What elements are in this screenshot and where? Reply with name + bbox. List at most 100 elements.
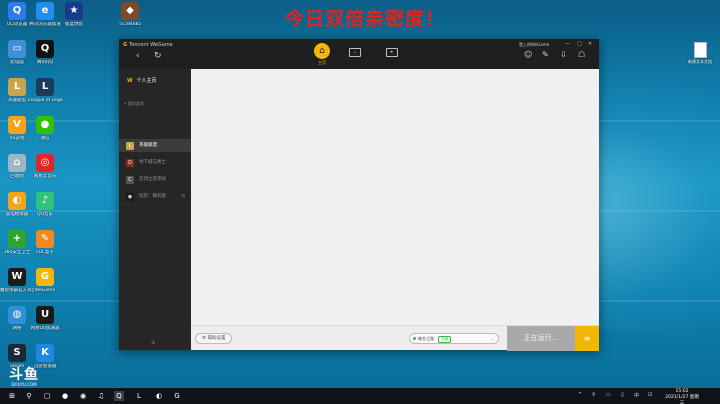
- app-icon: K: [36, 344, 54, 362]
- minimize-button[interactable]: —: [565, 41, 570, 47]
- taskbar-app-icon[interactable]: ◉: [78, 391, 88, 401]
- stream-overlay-text: 今日双倍亲密度！: [284, 8, 445, 30]
- app-icon: G: [36, 268, 54, 286]
- clock-date: 2021/1/27 星期三: [665, 395, 699, 404]
- desktop-icon-label: LOL盒子: [36, 250, 54, 255]
- app-icon: e: [36, 2, 54, 20]
- search-icon[interactable]: ⚲: [24, 391, 34, 401]
- game-icon: ◉: [126, 193, 134, 201]
- running-button[interactable]: 正在运行...: [507, 326, 575, 351]
- app-icon: +: [8, 230, 26, 248]
- desktop-icon-label: League of Legends: [28, 98, 62, 103]
- desktop-icon[interactable]: ★ 极度伪装: [57, 2, 91, 27]
- douyu-watermark: 斗鱼 DOUYU.COM: [6, 368, 42, 387]
- app-icon: ♪: [36, 192, 54, 210]
- close-button[interactable]: ✕: [588, 41, 592, 47]
- accelerator-badge: 加速: [438, 336, 452, 343]
- tray-icon[interactable]: ⚲: [592, 392, 596, 398]
- desktop-icon-label: TE584885: [118, 22, 142, 27]
- account-label[interactable]: 登上的WeGame: [519, 42, 549, 48]
- app-icon: U: [36, 306, 54, 324]
- tab-video-icon[interactable]: ▸: [386, 48, 398, 57]
- tray-icon[interactable]: 中: [634, 392, 639, 399]
- clock[interactable]: 15:02 2021/1/27 星期三: [664, 389, 700, 404]
- sidebar-home[interactable]: W 个人主页: [127, 77, 157, 84]
- document-icon: [693, 42, 707, 58]
- desktop-icon[interactable]: K 迅游加速器: [28, 344, 62, 369]
- wegame-w-icon: W: [127, 78, 133, 84]
- gift-icon[interactable]: ☖: [578, 51, 585, 59]
- desktop-icon-label: WeGame: [34, 288, 56, 293]
- tab-home[interactable]: ⌂ 主页: [312, 43, 332, 67]
- desktop-icon[interactable]: Q 腾讯QQ: [28, 40, 62, 65]
- sidebar-item-label: 地下城与勇士: [139, 160, 166, 165]
- desktop-icon[interactable]: ✎ LOL盒子: [28, 230, 62, 255]
- desktop-text-file[interactable]: 新建文本文档: [688, 42, 712, 65]
- desktop-file-label: 新建文本文档: [688, 59, 712, 64]
- game-more-icon[interactable]: ⊡: [181, 190, 185, 203]
- home-icon: ⌂: [314, 43, 330, 59]
- edit-icon[interactable]: ✎: [542, 51, 549, 59]
- app-icon: ◆: [121, 2, 139, 20]
- back-button[interactable]: ‹: [136, 52, 140, 61]
- app-icon: ●: [36, 116, 54, 134]
- add-game-icon[interactable]: ⊕: [151, 340, 155, 346]
- tab-home-label: 主页: [318, 60, 326, 65]
- sidebar: W 个人主页 • 我的游戏 L 英雄联盟 D 地下城与勇士 C 云顶之弈测试 ◉ 饥荒：联机版 ⊡…: [119, 69, 191, 350]
- taskbar: ⊞ ⚲ ▢ ● ◉ ♫ Q L ◐ G ^ ⚲ ▭ ♫ 中 ⊡ 15:02 2021/1/27 星期三: [0, 388, 720, 404]
- friends-icon[interactable]: ☺: [524, 51, 532, 59]
- tray-icon[interactable]: ⊡: [648, 392, 652, 398]
- app-icon: L: [8, 78, 26, 96]
- desktop-icon[interactable]: ● 微信: [28, 116, 62, 141]
- sidebar-item-game[interactable]: ◉ 饥荒：联机版 ⊡: [119, 190, 191, 203]
- desktop-icon[interactable]: G WeGame: [28, 268, 62, 293]
- watermark-logo: 斗鱼: [9, 367, 39, 383]
- app-icon: Q: [36, 40, 54, 58]
- sidebar-item-game[interactable]: L 英雄联盟: [119, 139, 191, 152]
- sidebar-item-label: 云顶之弈测试: [139, 177, 166, 182]
- refresh-button[interactable]: ↻: [154, 52, 162, 61]
- maximize-button[interactable]: □: [577, 41, 582, 47]
- taskbar-app-icon[interactable]: L: [134, 391, 144, 401]
- desktop-icon[interactable]: ◆ TE584885: [113, 2, 147, 27]
- app-icon: ✎: [36, 230, 54, 248]
- taskbar-app-icon[interactable]: Q: [114, 391, 124, 401]
- accelerator-select[interactable]: 確非之路 加速 ⌄: [409, 333, 499, 344]
- taskbar-app-icon[interactable]: ●: [60, 391, 70, 401]
- wegame-window: G Tencent WeGame ‹ ↻ ⌂ 主页 ⌄ ▸ 登上的WeGame —…: [119, 39, 599, 351]
- game-icon: C: [126, 176, 134, 184]
- assist-settings-label: 辅助设置: [207, 336, 226, 341]
- taskbar-app-icon[interactable]: G: [172, 391, 182, 401]
- app-icon: Q: [8, 2, 26, 20]
- sidebar-home-label: 个人主页: [136, 78, 157, 84]
- sidebar-item-game[interactable]: C 云顶之弈测试: [119, 173, 191, 186]
- accelerator-label: 確非之路: [418, 336, 434, 341]
- launch-menu-button[interactable]: ≡: [575, 326, 599, 351]
- desktop-icon[interactable]: L League of Legends: [28, 78, 62, 103]
- app-icon: ★: [65, 2, 83, 20]
- sidebar-item-game[interactable]: D 地下城与勇士: [119, 156, 191, 169]
- tray-icon[interactable]: ♫: [620, 392, 624, 398]
- taskbar-app-icon[interactable]: ♫: [96, 391, 106, 401]
- app-icon: V: [8, 116, 26, 134]
- start-button[interactable]: ⊞: [7, 391, 17, 401]
- taskbar-app-icon[interactable]: ▢: [42, 391, 52, 401]
- app-icon: ▭: [8, 40, 26, 58]
- app-brand: G Tencent WeGame: [123, 42, 173, 48]
- tray-icon[interactable]: ^: [578, 392, 582, 398]
- gear-icon: ⚙: [202, 336, 207, 341]
- download-icon[interactable]: ⇩: [560, 51, 567, 59]
- main-content: [191, 69, 599, 325]
- desktop-icon[interactable]: U 网易UU加速器: [28, 306, 62, 331]
- sidebar-item-label: 英雄联盟: [139, 143, 157, 148]
- desktop-icon[interactable]: ◎ 网易云音乐: [28, 154, 62, 179]
- taskbar-app-icon[interactable]: ◐: [154, 391, 164, 401]
- app-icon: S: [8, 344, 26, 362]
- chevron-down-icon: ⌄: [490, 336, 494, 341]
- app-icon: L: [36, 78, 54, 96]
- tab-store-icon[interactable]: ⌄: [349, 48, 361, 57]
- game-icon: L: [126, 142, 134, 150]
- tray-icon[interactable]: ▭: [606, 392, 611, 398]
- desktop-icon[interactable]: ♪ QQ音乐: [28, 192, 62, 217]
- assist-settings-button[interactable]: ⚙ 辅助设置: [195, 333, 233, 344]
